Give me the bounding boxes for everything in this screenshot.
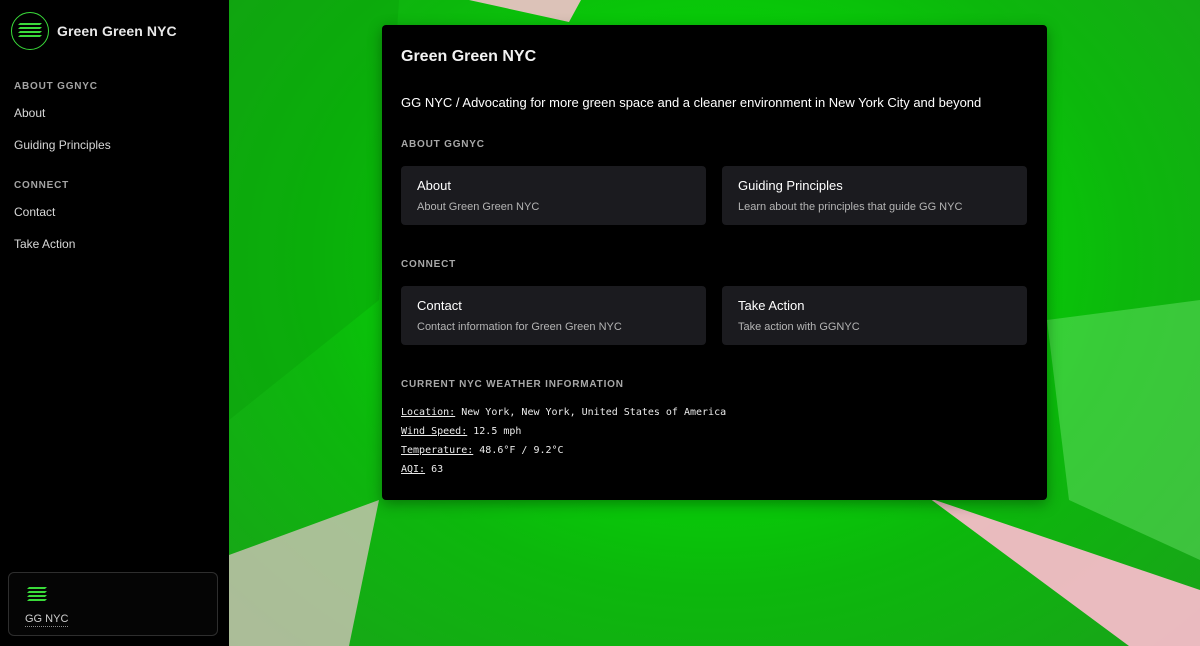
sidebar-item-about[interactable]: About [14,106,45,120]
weather-row-location: Location: New York, New York, United Sta… [401,406,726,425]
sidebar-item-guiding-principles[interactable]: Guiding Principles [14,138,111,152]
weather-info: Location: New York, New York, United Sta… [401,406,726,482]
section-heading-connect: CONNECT [401,259,457,270]
green-stripes-logo-icon [11,12,49,50]
section-heading-about: ABOUT GGNYC [401,139,485,150]
tile-description: Take action with GGNYC [738,321,860,333]
footer-card[interactable]: GG NYC [8,572,218,636]
tile-description: About Green Green NYC [417,201,540,213]
sidebar-item-take-action[interactable]: Take Action [14,237,75,251]
weather-key: Temperature: [401,445,474,456]
tile-title: About [417,178,451,193]
weather-key: Wind Speed: [401,426,468,437]
page-subtitle: GG NYC / Advocating for more green space… [401,95,982,110]
weather-key: Location: [401,407,456,418]
weather-key: AQI: [401,464,426,475]
weather-value: 12.5 mph [473,426,522,437]
main-card: Green Green NYC GG NYC / Advocating for … [382,25,1047,500]
weather-value: 48.6°F / 9.2°C [479,445,564,456]
tile-title: Contact [417,298,462,313]
green-stripes-logo-icon [26,586,48,607]
nav-heading-connect: CONNECT [14,180,70,191]
section-heading-weather: CURRENT NYC WEATHER INFORMATION [401,379,624,390]
tile-take-action[interactable]: Take Action Take action with GGNYC [722,286,1027,345]
weather-value: New York, New York, United States of Ame… [461,407,727,418]
tile-description: Contact information for Green Green NYC [417,321,622,333]
page-title: Green Green NYC [401,48,537,65]
weather-row-temperature: Temperature: 48.6°F / 9.2°C [401,444,726,463]
sidebar: Green Green NYC ABOUT GGNYC About Guidin… [0,0,229,646]
footer-label: GG NYC [25,613,69,627]
nav-heading-about: ABOUT GGNYC [14,81,98,92]
tile-title: Guiding Principles [738,178,843,193]
weather-row-aqi: AQI: 63 [401,463,726,482]
tile-title: Take Action [738,298,805,313]
weather-row-wind-speed: Wind Speed: 12.5 mph [401,425,726,444]
tile-guiding-principles[interactable]: Guiding Principles Learn about the princ… [722,166,1027,225]
tile-description: Learn about the principles that guide GG… [738,201,963,213]
sidebar-item-contact[interactable]: Contact [14,205,55,219]
brand[interactable]: Green Green NYC [11,12,177,50]
tile-about[interactable]: About About Green Green NYC [401,166,706,225]
weather-value: 63 [431,464,444,475]
tile-contact[interactable]: Contact Contact information for Green Gr… [401,286,706,345]
brand-title: Green Green NYC [57,23,177,39]
